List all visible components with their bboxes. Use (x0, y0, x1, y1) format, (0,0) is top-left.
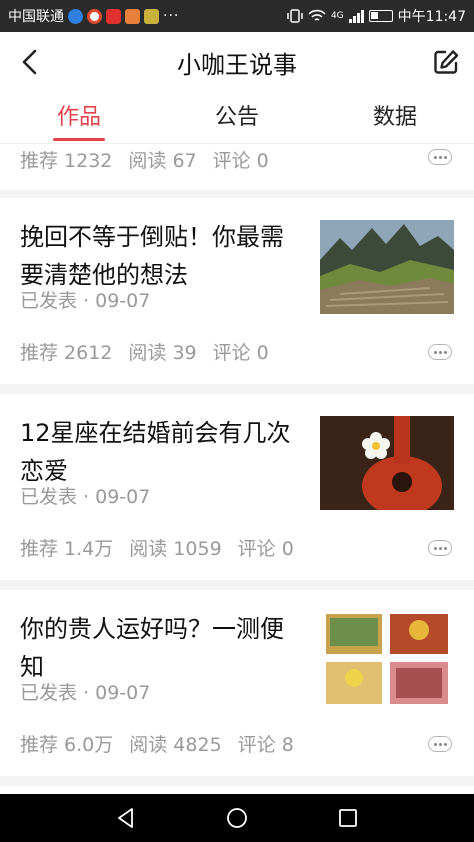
tab-announcements-label: 公告 (214, 105, 259, 130)
app-header: 小咖王说事 (0, 32, 474, 92)
comment-count: 评论 0 (237, 538, 294, 560)
article-stats: 推荐 6.0万 阅读 4825 评论 8 (20, 730, 294, 757)
browser-notification-icon (68, 8, 83, 24)
page-title: 小咖王说事 (177, 50, 297, 79)
back-triangle-icon[interactable] (114, 806, 138, 830)
clock: 中午11:47 (397, 9, 466, 25)
edit-icon (434, 50, 459, 74)
battery-icon (368, 10, 393, 22)
network-type-label: 4G (330, 11, 344, 21)
article-thumbnail[interactable] (320, 612, 454, 706)
comment-count: 评论 8 (237, 734, 294, 756)
recommend-count: 推荐 2612 (20, 342, 113, 364)
article-list[interactable]: 推荐 1232 阅读 67 评论 0 挽回不等于倒贴！你最需要清楚他的想法 已发… (0, 144, 474, 794)
system-nav-bar (0, 794, 474, 842)
tab-bar: 作品 公告 数据 (0, 92, 474, 144)
article-publish-meta: 已发表 · 09-07 (20, 290, 151, 312)
weibo-notification-icon (87, 8, 102, 24)
tarot-cards-collage (320, 612, 454, 706)
article-stats: 推荐 2612 阅读 39 评论 0 (20, 338, 269, 365)
read-count: 阅读 4825 (129, 734, 222, 756)
ukulele-flower-photo (320, 416, 454, 510)
tab-works[interactable]: 作品 (0, 92, 158, 143)
more-options-button[interactable] (428, 540, 452, 556)
more-options-button[interactable] (428, 736, 452, 752)
article-thumbnail[interactable] (320, 416, 454, 510)
more-options-button[interactable] (428, 149, 452, 165)
wifi-icon (308, 9, 326, 21)
article-thumbnail[interactable] (320, 220, 454, 314)
status-left: 中国联通 ··· (8, 6, 179, 26)
app-notification-icon (144, 8, 159, 24)
article-title[interactable]: 你的贵人运好吗？一测便知 (20, 610, 305, 686)
article-title[interactable]: 挽回不等于倒贴！你最需要清楚他的想法 (20, 218, 305, 294)
article-publish-meta: 已发表 · 09-07 (20, 486, 151, 508)
list-item[interactable] (0, 786, 474, 794)
mountain-ruins-photo (320, 220, 454, 314)
active-tab-indicator (53, 138, 105, 141)
article-title[interactable]: 12星座在结婚前会有几次恋爱 (20, 414, 305, 490)
list-item[interactable]: 你的贵人运好吗？一测便知 已发表 · 09-07 推荐 6.0万 阅读 4825… (0, 590, 474, 776)
article-stats: 推荐 1.4万 阅读 1059 评论 0 (20, 534, 294, 561)
recommend-count: 推荐 1.4万 (20, 538, 114, 560)
article-stats: 推荐 1232 阅读 67 评论 0 (20, 146, 269, 173)
video-notification-icon (106, 8, 121, 24)
comment-count: 评论 0 (212, 342, 269, 364)
chevron-left-icon (22, 49, 37, 75)
status-right: 4G 中午11:47 (287, 6, 466, 26)
recommend-count: 推荐 6.0万 (20, 734, 114, 756)
tab-data-label: 数据 (372, 105, 417, 130)
read-count: 阅读 39 (128, 342, 197, 364)
recents-square-icon[interactable] (336, 806, 360, 830)
tab-data[interactable]: 数据 (316, 92, 474, 143)
tab-works-label: 作品 (56, 105, 101, 130)
signal-icon (348, 9, 364, 23)
edit-button[interactable] (428, 44, 464, 80)
article-publish-meta: 已发表 · 09-07 (20, 682, 151, 704)
list-item[interactable]: 挽回不等于倒贴！你最需要清楚他的想法 已发表 · 09-07 推荐 2612 阅… (0, 198, 474, 384)
read-count: 阅读 1059 (129, 538, 222, 560)
read-count: 阅读 67 (128, 150, 197, 172)
carrier-label: 中国联通 (8, 9, 64, 25)
list-item[interactable]: 推荐 1232 阅读 67 评论 0 (0, 144, 474, 190)
gallery-notification-icon (125, 8, 140, 24)
vibrate-icon (287, 9, 303, 23)
list-item[interactable]: 12星座在结婚前会有几次恋爱 已发表 · 09-07 推荐 1.4万 阅读 10… (0, 394, 474, 580)
more-options-button[interactable] (428, 344, 452, 360)
recommend-count: 推荐 1232 (20, 150, 113, 172)
home-circle-icon[interactable] (225, 806, 249, 830)
more-notifications-icon: ··· (163, 8, 180, 24)
tab-announcements[interactable]: 公告 (158, 92, 316, 143)
comment-count: 评论 0 (212, 150, 269, 172)
back-button[interactable] (12, 44, 48, 80)
status-bar: 中国联通 ··· 4G 中午11:47 (0, 0, 474, 32)
